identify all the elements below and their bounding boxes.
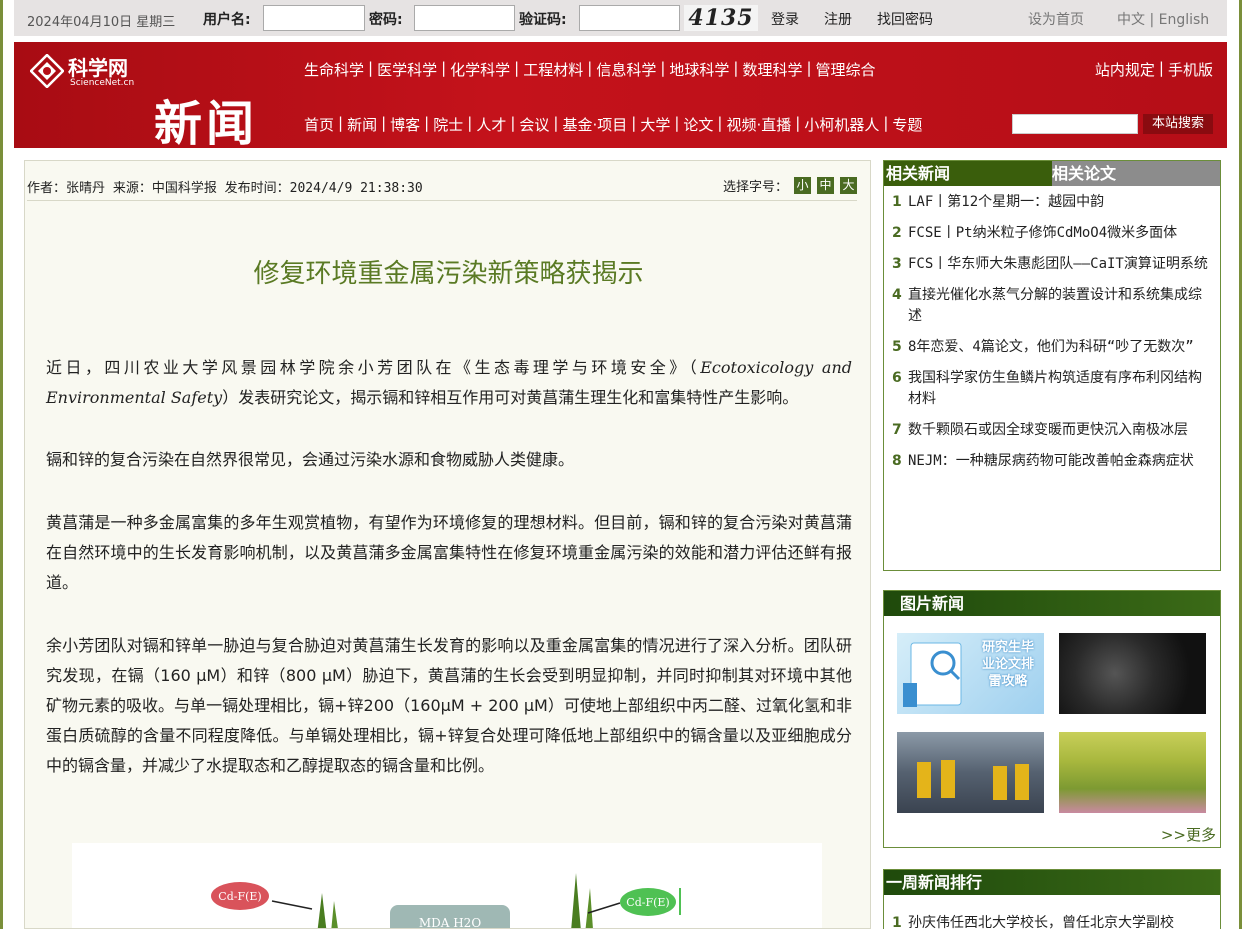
photo-news-more-link[interactable]: >>更多: [1161, 824, 1216, 845]
list-item[interactable]: 4 直接光催化水蒸气分解的装置设计和系统集成综述: [892, 285, 1214, 327]
nav-talent[interactable]: 人才: [476, 114, 506, 135]
nav-home[interactable]: 首页: [304, 114, 334, 135]
font-size-label: 选择字号：: [722, 180, 788, 195]
nav-information[interactable]: 信息科学: [596, 59, 656, 80]
password-input[interactable]: [414, 5, 515, 31]
header-right-links: 站内规定 | 手机版: [1094, 59, 1213, 80]
section-nav: 首页 | 新闻 | 博客 | 院士 | 人才 | 会议 | 基金·项目 | 大学 | 论文 | 视…: [304, 114, 923, 135]
nav-math-physics[interactable]: 数理科学: [742, 59, 802, 80]
article-paragraph-4: 余小芳团队对镉和锌单一胁迫与复合胁迫对黄菖蒲生长发育的影响以及重金属富集的情况进…: [46, 636, 852, 775]
nav-earth-science[interactable]: 地球科学: [669, 59, 729, 80]
list-item[interactable]: 1 LAF丨第12个星期一：越园中韵: [892, 192, 1214, 213]
weekly-ranking-panel: 一周新闻排行 1 孙庆伟任西北大学校长，曾任北京大学副校: [883, 869, 1221, 929]
register-link[interactable]: 注册: [824, 9, 852, 29]
photo-news-panel: 图片新闻 研究生毕业论文排雷攻略 >>更多: [883, 590, 1221, 848]
site-rules-link[interactable]: 站内规定: [1095, 59, 1155, 80]
article-byline: 作者：张晴丹 来源：中国科学报 发布时间：2024/4/9 21:38:30: [27, 181, 423, 196]
login-bar: 2024年04月10日 星期三 用户名: 密码: 验证码: 4135 登录 注册…: [14, 0, 1227, 36]
font-size-medium-button[interactable]: 中: [817, 177, 834, 194]
font-size-large-button[interactable]: 大: [840, 177, 857, 194]
label-cd-f-right: Cd-F(E): [626, 896, 669, 909]
mobile-version-link[interactable]: 手机版: [1168, 59, 1213, 80]
list-item[interactable]: 2 FCSE丨Pt纳米粒子修饰CdMoO4微米多面体: [892, 223, 1214, 244]
related-tabs: 相关新闻 相关论文: [884, 161, 1220, 186]
related-news-list: 1 LAF丨第12个星期一：越园中韵 2 FCSE丨Pt纳米粒子修饰CdMoO4微米…: [884, 186, 1220, 472]
nav-blog[interactable]: 博客: [390, 114, 420, 135]
login-link[interactable]: 登录: [771, 9, 799, 29]
article-meta: 作者：张晴丹 来源：中国科学报 发布时间：2024/4/9 21:38:30 选…: [27, 175, 857, 201]
photo-news-title: 图片新闻: [884, 591, 1220, 616]
weekly-ranking-title: 一周新闻排行: [884, 870, 1220, 895]
password-label: 密码:: [369, 12, 403, 28]
nav-news[interactable]: 新闻: [347, 114, 377, 135]
nav-papers[interactable]: 论文: [683, 114, 713, 135]
photo-earth-space[interactable]: [1059, 633, 1206, 714]
nav-management[interactable]: 管理综合: [816, 59, 876, 80]
site-search-button[interactable]: 本站搜索: [1143, 114, 1213, 134]
language-switch[interactable]: 中文 | English: [1117, 9, 1209, 29]
site-header: 科学网 ScienceNet.cn 新闻 生命科学 | 医学科学 | 化学科学 | 工…: [14, 42, 1227, 152]
article-paragraph-2: 镉和锌的复合污染在自然界很常见，会通过污染水源和食物威胁人类健康。: [46, 450, 575, 469]
photo-thesis-guide[interactable]: 研究生毕业论文排雷攻略: [897, 633, 1044, 714]
sciencenet-logo-icon[interactable]: [30, 54, 64, 88]
nav-robot[interactable]: 小柯机器人: [804, 114, 879, 135]
set-homepage-link[interactable]: 设为首页: [1028, 9, 1084, 29]
list-item[interactable]: 3 FCS丨华东师大朱惠彪团队——CaIT演算证明系统: [892, 254, 1214, 275]
list-item[interactable]: 8 NEJM：一种糖尿病药物可能改善帕金森病症状: [892, 451, 1214, 472]
nav-chemistry[interactable]: 化学科学: [450, 59, 510, 80]
list-item[interactable]: 5 8年恋爱、4篇论文，他们为科研“吵了无数次”: [892, 337, 1214, 358]
list-item[interactable]: 6 我国科学家仿生鱼鳞片构筑适度有序布利冈结构材料: [892, 368, 1214, 410]
article-paragraph-3: 黄菖蒲是一种多金属富集的多年生观赏植物，有望作为环境修复的理想材料。但目前，镉和…: [46, 513, 852, 592]
section-title: 新闻: [154, 96, 259, 152]
nav-video[interactable]: 视频·直播: [726, 114, 791, 135]
related-news-panel: 相关新闻 相关论文 1 LAF丨第12个星期一：越园中韵 2 FCSE丨Pt纳米粒子…: [883, 160, 1221, 571]
captcha-image[interactable]: 4135: [684, 5, 758, 31]
tab-related-news[interactable]: 相关新闻: [884, 161, 1052, 186]
article-panel: 作者：张晴丹 来源：中国科学报 发布时间：2024/4/9 21:38:30 选…: [24, 160, 871, 929]
article-title: 修复环境重金属污染新策略获揭示: [253, 259, 644, 289]
username-input[interactable]: [263, 5, 365, 31]
photo-lab-equipment[interactable]: [897, 732, 1044, 813]
captcha-input[interactable]: [579, 5, 680, 31]
username-label: 用户名:: [203, 12, 251, 28]
nav-meetings[interactable]: 会议: [519, 114, 549, 135]
site-search-input[interactable]: [1012, 114, 1138, 134]
logo-name[interactable]: 科学网: [68, 52, 128, 81]
label-mda-h2o: MDA H2O: [419, 916, 481, 929]
font-size-small-button[interactable]: 小: [794, 177, 811, 194]
discipline-nav: 生命科学 | 医学科学 | 化学科学 | 工程材料 | 信息科学 | 地球科学 | 数理科学…: [304, 59, 876, 80]
article-paragraph-1: 近日，四川农业大学风景园林学院余小芳团队在《生态毒理学与环境安全》（Ecotox…: [46, 358, 852, 407]
nav-life-science[interactable]: 生命科学: [304, 59, 364, 80]
page-frame-left: [0, 0, 3, 929]
photo-flower-field[interactable]: [1059, 732, 1206, 813]
nav-engineering[interactable]: 工程材料: [523, 59, 583, 80]
research-diagram: Cd-F(E) MDA H2O Cd-F(E): [211, 873, 681, 929]
label-cd-f-left: Cd-F(E): [218, 890, 261, 903]
weekly-ranking-list: 1 孙庆伟任西北大学校长，曾任北京大学副校: [884, 895, 1220, 929]
font-size-selector: 选择字号： 小 中 大: [723, 176, 857, 195]
current-date: 2024年04月10日 星期三: [27, 15, 176, 30]
nav-medical-science[interactable]: 医学科学: [377, 59, 437, 80]
nav-funding[interactable]: 基金·项目: [562, 114, 627, 135]
captcha-label: 验证码:: [519, 12, 567, 28]
tab-related-papers[interactable]: 相关论文: [1052, 161, 1220, 186]
nav-academicians[interactable]: 院士: [433, 114, 463, 135]
photo-thesis-caption: 研究生毕业论文排雷攻略: [981, 640, 1034, 689]
logo-subtitle: ScienceNet.cn: [70, 78, 135, 88]
nav-universities[interactable]: 大学: [640, 114, 670, 135]
nav-topics[interactable]: 专题: [892, 114, 922, 135]
list-item[interactable]: 7 数千颗陨石或因全球变暖而更快沉入南极冰层: [892, 420, 1214, 441]
recover-password-link[interactable]: 找回密码: [877, 9, 933, 29]
article-figure: Cd-F(E) MDA H2O Cd-F(E): [72, 843, 822, 929]
list-item[interactable]: 1 孙庆伟任西北大学校长，曾任北京大学副校: [892, 913, 1214, 929]
